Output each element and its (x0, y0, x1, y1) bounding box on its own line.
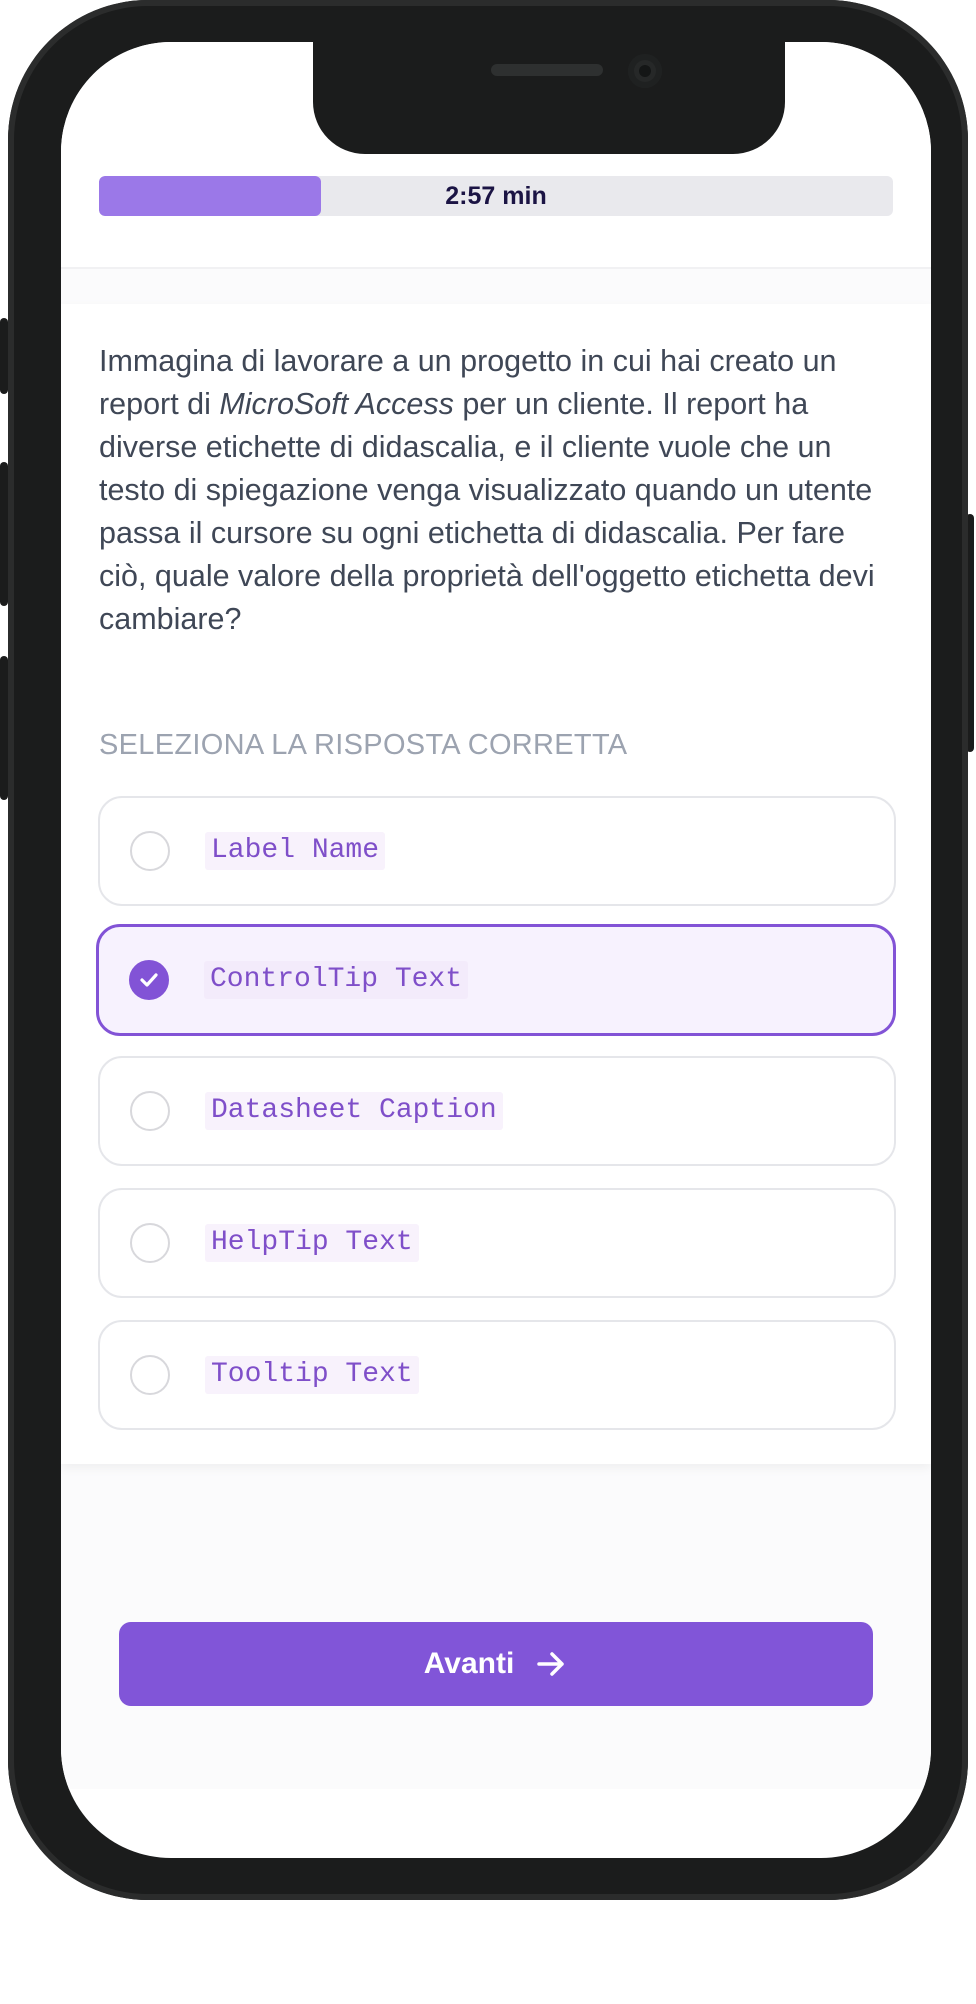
answer-option[interactable]: HelpTip Text (98, 1188, 896, 1298)
question-card: Immagina di lavorare a un progetto in cu… (61, 304, 931, 1464)
question-emphasis: MicroSoft Access (219, 387, 454, 421)
answer-option[interactable]: Tooltip Text (98, 1320, 896, 1430)
radio-checked-icon[interactable] (129, 960, 169, 1000)
stage: 2:57 min Immagina di lavorare a un proge… (0, 0, 976, 2004)
volume-up-button (0, 462, 8, 606)
answer-option-label: HelpTip Text (205, 1224, 419, 1262)
speaker-grille (491, 64, 603, 76)
notch (313, 42, 785, 154)
radio-unchecked-icon[interactable] (130, 1091, 170, 1131)
answer-option-label: Tooltip Text (205, 1356, 419, 1394)
volume-down-button (0, 656, 8, 800)
question-text: Immagina di lavorare a un progetto in cu… (99, 340, 899, 641)
answer-option[interactable]: Datasheet Caption (98, 1056, 896, 1166)
phone-screen: 2:57 min Immagina di lavorare a un proge… (61, 42, 931, 1858)
timer-progress-bar: 2:57 min (99, 176, 893, 216)
timer-text: 2:57 min (445, 182, 547, 210)
radio-unchecked-icon[interactable] (130, 1223, 170, 1263)
answer-option-label: ControlTip Text (204, 961, 469, 999)
answer-options: Label Name ControlTip Text Datasheet Capti… (96, 796, 896, 1452)
question-text-after: per un cliente. Il report ha diverse eti… (99, 387, 875, 636)
next-button-label: Avanti (423, 1647, 515, 1680)
front-camera-icon (628, 54, 662, 88)
radio-unchecked-icon[interactable] (130, 1355, 170, 1395)
phone-frame: 2:57 min Immagina di lavorare a un proge… (8, 0, 968, 1900)
mute-switch (0, 318, 8, 394)
answer-option-label: Label Name (205, 832, 386, 870)
answer-instruction: SELEZIONA LA RISPOSTA CORRETTA (99, 729, 628, 761)
answer-option[interactable]: ControlTip Text (96, 924, 896, 1036)
answer-option-label: Datasheet Caption (205, 1092, 503, 1130)
answer-option[interactable]: Label Name (98, 796, 896, 906)
next-button[interactable]: Avanti (119, 1622, 873, 1706)
radio-unchecked-icon[interactable] (130, 831, 170, 871)
arrow-right-icon (534, 1647, 568, 1681)
